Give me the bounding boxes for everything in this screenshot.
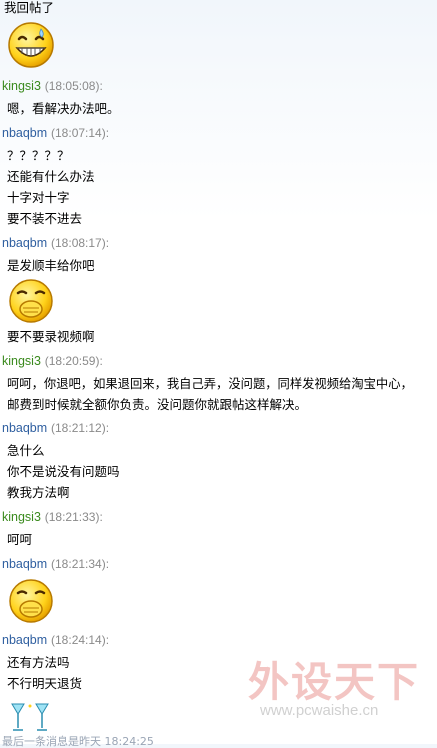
cover-mouth-emoticon (9, 279, 53, 323)
sender-name: kingsi3 (2, 510, 41, 524)
message-header: kingsi3 (18:05:08): (2, 78, 103, 94)
timestamp: (18:21:12): (51, 421, 110, 435)
cover-mouth-emoticon (9, 579, 53, 623)
sender-name: nbaqbm (2, 126, 48, 140)
sender-name: nbaqbm (2, 421, 48, 435)
watermark-url: www.pcwaishe.cn (260, 702, 379, 719)
message-text: 你不是说没有问题吗 (7, 464, 120, 479)
message-header: nbaqbm (18:21:12): (2, 420, 109, 436)
grin-emoticon (8, 22, 54, 68)
watermark-logo: 外设天下 (248, 658, 420, 706)
message-text: 呵呵 (7, 532, 33, 547)
message-text: 是发顺丰给你吧 (7, 258, 95, 273)
message-header: nbaqbm (18:08:17): (2, 235, 109, 251)
timestamp: (18:05:08): (44, 79, 103, 93)
message-header: kingsi3 (18:21:33): (2, 509, 103, 525)
message-text: 嗯，看解决办法吧。 (7, 101, 120, 116)
message-text: 十字对十字 (7, 190, 70, 205)
timestamp: (18:08:17): (51, 236, 110, 250)
sender-name: nbaqbm (2, 236, 48, 250)
message-text: ？？？？？ (7, 148, 70, 163)
message-header: nbaqbm (18:07:14): (2, 125, 109, 141)
message-text: 要不装不进去 (7, 211, 83, 226)
bottom-status-text: 最后一条消息是昨天 18:24:25 (2, 735, 154, 748)
message-text: 还能有什么办法 (7, 169, 95, 184)
message-header: kingsi3 (18:20:59): (2, 353, 103, 369)
message-text: 我回帖了 (4, 0, 55, 15)
sender-name: nbaqbm (2, 557, 48, 571)
message-text: 邮费到时候就全额你负责。没问题你就跟帖这样解决。 (7, 397, 308, 412)
message-text: 要不要录视频啊 (7, 329, 95, 344)
timestamp: (18:21:34): (51, 557, 110, 571)
sender-name: kingsi3 (2, 79, 41, 93)
timestamp: (18:20:59): (44, 354, 103, 368)
message-header: nbaqbm (18:21:34): (2, 556, 109, 572)
sender-name: kingsi3 (2, 354, 41, 368)
timestamp: (18:07:14): (51, 126, 110, 140)
sender-name: nbaqbm (2, 633, 48, 647)
watermark: 外设天下 www.pcwaishe.cn (228, 648, 428, 726)
timestamp: (18:24:14): (51, 633, 110, 647)
message-text: 不行明天退货 (7, 676, 83, 691)
message-text: 教我方法啊 (7, 485, 70, 500)
timestamp: (18:21:33): (44, 510, 103, 524)
message-header: nbaqbm (18:24:14): (2, 632, 109, 648)
message-text: 还有方法吗 (7, 655, 70, 670)
message-text: 呵呵，你退吧，如果退回来，我自己弄，没问题，同样发视频给淘宝中心， (7, 377, 413, 391)
cheers-glasses-emoticon (11, 703, 49, 731)
message-text: 急什么 (7, 443, 45, 458)
